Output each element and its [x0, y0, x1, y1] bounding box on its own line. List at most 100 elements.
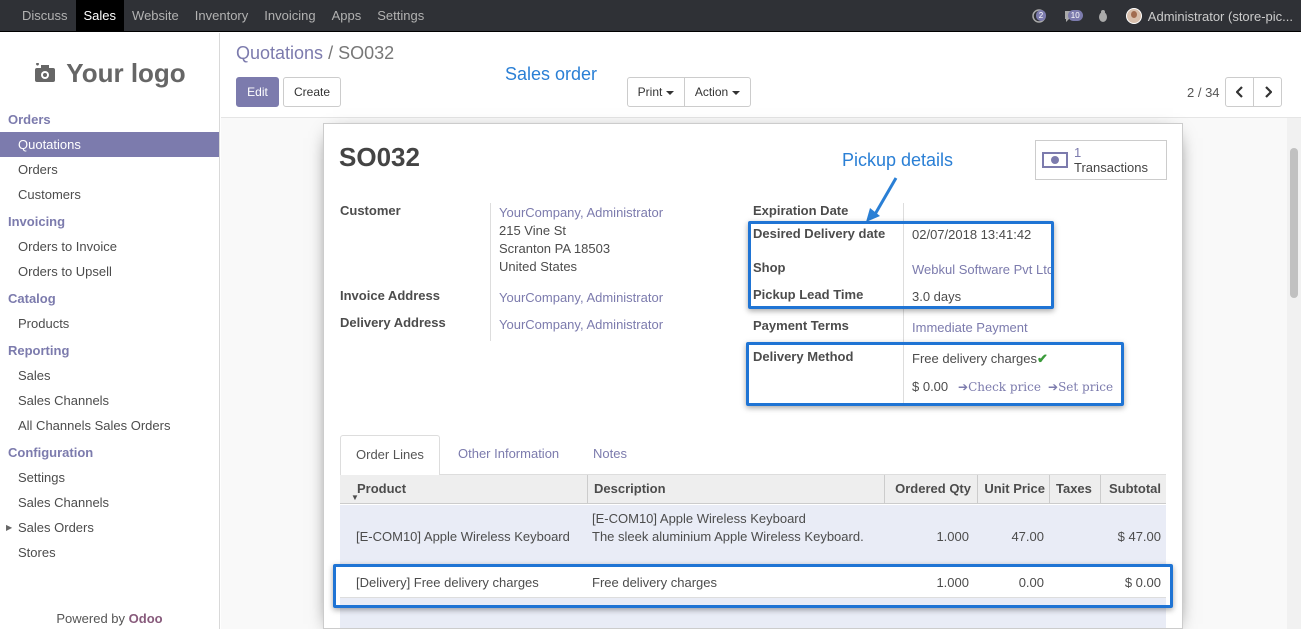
- debug-button[interactable]: [1094, 7, 1112, 25]
- action-label: Action: [695, 85, 740, 99]
- menu-discuss[interactable]: Discuss: [14, 0, 76, 32]
- row-description-detail: The sleek aluminium Apple Wireless Keybo…: [592, 529, 864, 544]
- menu-sales[interactable]: Sales: [75, 0, 125, 32]
- column-subtotal[interactable]: Subtotal: [1100, 475, 1166, 504]
- column-description[interactable]: Description: [587, 475, 884, 504]
- transactions-label: Transactions: [1074, 159, 1148, 175]
- chevron-right-icon: [1264, 86, 1272, 98]
- activity-button[interactable]: 2: [1030, 7, 1048, 25]
- menu-inventory[interactable]: Inventory: [187, 0, 256, 32]
- scrollbar[interactable]: [1287, 118, 1301, 629]
- section-reporting: Reporting: [8, 343, 70, 358]
- pickup-details-annotation: Pickup details: [842, 150, 954, 170]
- sidebar-item-orders[interactable]: Orders: [0, 157, 219, 182]
- annotation-arrow-icon: [866, 177, 898, 222]
- pager-value: 2 / 34: [1187, 85, 1220, 100]
- chevron-left-icon: [1235, 86, 1243, 98]
- transactions-count: 1: [1074, 144, 1082, 160]
- notebook-tabs: Order Lines Other Information Notes: [340, 435, 1166, 476]
- user-menu[interactable]: Administrator (store-pic...: [1125, 8, 1301, 24]
- order-title: SO032: [339, 142, 420, 172]
- column-ordered-qty[interactable]: Ordered Qty: [884, 475, 977, 504]
- sidebar-menu: Orders Quotations Orders Customers Invoi…: [0, 105, 219, 565]
- messages-button[interactable]: 10: [1062, 7, 1083, 25]
- control-panel: Quotations / SO032 Edit Create Print Act…: [221, 33, 1301, 118]
- customer-label: Customer: [340, 203, 401, 218]
- sidebar-item-customers[interactable]: Customers: [0, 182, 219, 207]
- menu-settings[interactable]: Settings: [369, 0, 432, 32]
- row-description: [E-COM10] Apple Wireless Keyboard: [592, 511, 806, 526]
- row-product: [E-COM10] Apple Wireless Keyboard: [356, 529, 570, 544]
- sidebar-item-sales[interactable]: Sales: [0, 363, 219, 388]
- row-subtotal: $ 47.00: [1117, 529, 1161, 544]
- top-navbar: Discuss Sales Website Inventory Invoicin…: [0, 0, 1301, 32]
- print-dropdown[interactable]: Print: [627, 77, 685, 107]
- sidebar-item-stores[interactable]: Stores: [0, 540, 219, 565]
- edit-button[interactable]: Edit: [236, 77, 279, 107]
- sidebar-item-quotations[interactable]: Quotations: [0, 132, 219, 157]
- payment-terms-link[interactable]: Immediate Payment: [912, 320, 1028, 335]
- menu-invoicing[interactable]: Invoicing: [256, 0, 323, 32]
- sidebar-item-all-channels-sales-orders[interactable]: All Channels Sales Orders: [0, 413, 219, 438]
- delivery-address-link[interactable]: YourCompany, Administrator: [499, 317, 663, 332]
- customer-link[interactable]: YourCompany, Administrator: [499, 205, 663, 220]
- sidebar-item-orders-to-upsell[interactable]: Orders to Upsell: [0, 259, 219, 284]
- sidebar-item-label: Sales Orders: [18, 520, 94, 535]
- systray: 2 10 Administrator (store-pic...: [1030, 0, 1301, 32]
- scrollbar-thumb[interactable]: [1290, 148, 1298, 298]
- odoo-link[interactable]: Odoo: [129, 611, 163, 626]
- column-taxes[interactable]: Taxes: [1049, 475, 1100, 504]
- highlight-delivery-box: [746, 342, 1124, 406]
- sidebar-item-sales-orders[interactable]: ▶ Sales Orders: [0, 515, 219, 540]
- bug-icon: [1098, 10, 1107, 22]
- table-header: ▼ Product Description Ordered Qty Unit Pr…: [340, 475, 1166, 504]
- expiration-date-label: Expiration Date: [753, 203, 849, 218]
- create-button[interactable]: Create: [283, 77, 341, 107]
- sidebar: Your logo Orders Quotations Orders Custo…: [0, 33, 220, 629]
- tab-order-lines[interactable]: Order Lines: [340, 435, 440, 476]
- column-product[interactable]: ▼ Product: [340, 475, 587, 504]
- tab-notes[interactable]: Notes: [578, 435, 642, 475]
- row-qty: 1.000: [936, 529, 969, 544]
- tab-other-information[interactable]: Other Information: [443, 435, 574, 475]
- menu-apps[interactable]: Apps: [324, 0, 370, 32]
- sidebar-item-config-sales-channels[interactable]: Sales Channels: [0, 490, 219, 515]
- section-configuration: Configuration: [8, 445, 94, 460]
- print-label: Print: [638, 85, 675, 99]
- pager-previous[interactable]: [1225, 77, 1254, 107]
- money-icon: [1042, 152, 1068, 168]
- app-menu: Discuss Sales Website Inventory Invoicin…: [14, 0, 432, 32]
- avatar: [1125, 8, 1142, 24]
- payment-terms-label: Payment Terms: [753, 318, 849, 333]
- column-unit-price[interactable]: Unit Price: [977, 475, 1049, 504]
- breadcrumb-current: SO032: [338, 43, 395, 63]
- sidebar-item-orders-to-invoice[interactable]: Orders to Invoice: [0, 234, 219, 259]
- transactions-button[interactable]: 1 Transactions: [1035, 140, 1167, 180]
- powered-by: Powered by Odoo: [0, 611, 219, 626]
- breadcrumb-quotations[interactable]: Quotations: [236, 43, 323, 63]
- menu-website[interactable]: Website: [124, 0, 187, 32]
- highlight-delivery-line: [333, 564, 1173, 608]
- breadcrumb-separator: /: [328, 43, 334, 63]
- invoice-address-link[interactable]: YourCompany, Administrator: [499, 290, 663, 305]
- section-orders: Orders: [8, 112, 51, 127]
- table-row[interactable]: [E-COM10] Apple Wireless Keyboard [E-COM…: [340, 505, 1166, 565]
- column-product-label: Product: [357, 481, 407, 496]
- customer-country: United States: [499, 259, 578, 274]
- sidebar-item-sales-channels[interactable]: Sales Channels: [0, 388, 219, 413]
- highlight-pickup-box: [748, 221, 1054, 309]
- action-dropdown[interactable]: Action: [684, 77, 751, 107]
- company-logo[interactable]: Your logo: [20, 45, 200, 101]
- sales-order-annotation: Sales order: [505, 64, 598, 84]
- section-invoicing: Invoicing: [8, 214, 66, 229]
- invoice-address-label: Invoice Address: [340, 288, 440, 303]
- powered-prefix: Powered by: [56, 611, 129, 626]
- camera-icon: [35, 63, 56, 82]
- logo-text: Your logo: [66, 57, 186, 88]
- sidebar-item-settings[interactable]: Settings: [0, 465, 219, 490]
- pager-next[interactable]: [1253, 77, 1282, 107]
- customer-city: Scranton PA 18503: [499, 241, 611, 256]
- activity-badge: 2: [1035, 10, 1047, 21]
- sidebar-item-products[interactable]: Products: [0, 311, 219, 336]
- breadcrumb: Quotations / SO032: [236, 43, 394, 64]
